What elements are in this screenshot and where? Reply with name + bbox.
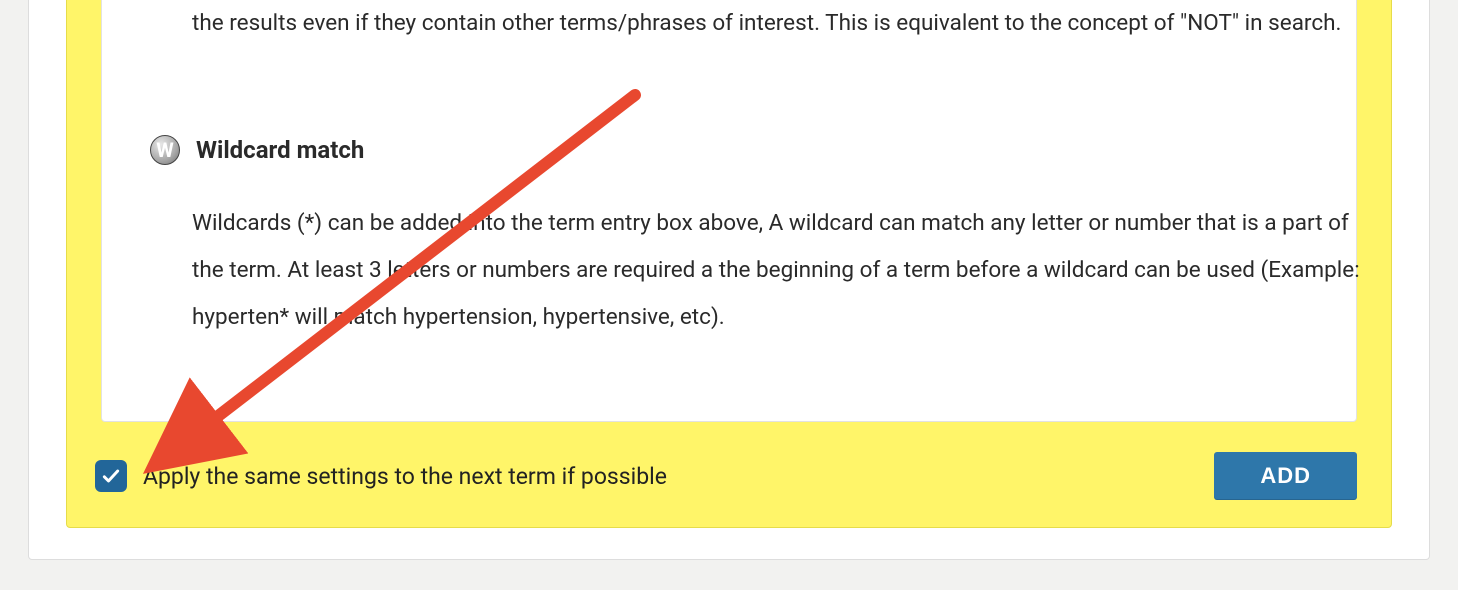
wildcard-description: Wildcards (*) can be added into the term… [192, 200, 1362, 341]
wildcard-icon-letter: W [156, 140, 174, 160]
wildcard-heading-row: W Wildcard match [150, 135, 1320, 165]
checkmark-icon [101, 466, 121, 486]
add-button[interactable]: ADD [1214, 452, 1357, 500]
footer-row: Apply the same settings to the next term… [95, 452, 1357, 500]
apply-settings-label: Apply the same settings to the next term… [143, 463, 1214, 490]
apply-settings-checkbox[interactable] [95, 460, 127, 492]
wildcard-description-text: Wildcards (*) can be added into the term… [192, 210, 1360, 330]
page: the results even if they contain other t… [0, 0, 1458, 590]
wildcard-icon: W [150, 135, 180, 165]
not-search-description-text: the results even if they contain other t… [192, 10, 1341, 36]
not-search-description: the results even if they contain other t… [192, 0, 1362, 47]
wildcard-title: Wildcard match [196, 136, 364, 164]
